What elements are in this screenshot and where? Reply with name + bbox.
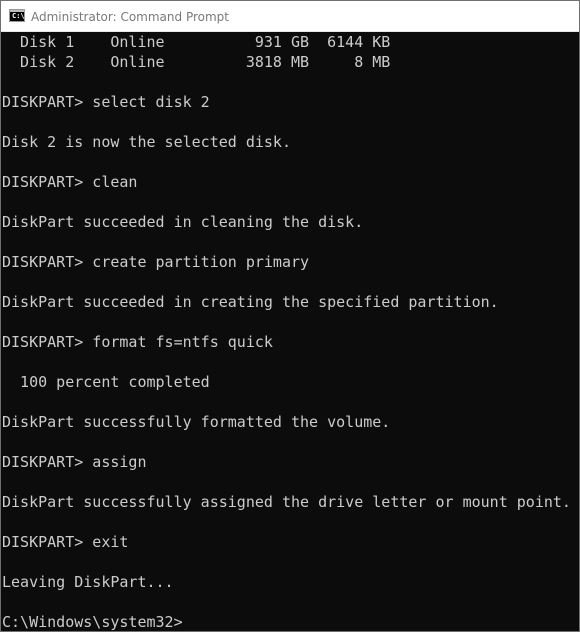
console-line: Disk 2 is now the selected disk. — [2, 133, 291, 151]
console-line: 100 percent completed — [2, 373, 210, 391]
console-line: DISKPART> create partition primary — [2, 253, 310, 271]
console-line: DiskPart succeeded in creating the speci… — [2, 293, 499, 311]
command-prompt-window: C:\ Administrator: Command Prompt Disk 1… — [0, 0, 580, 632]
console-line: Disk 2 Online 3818 MB 8 MB — [2, 53, 391, 71]
title-bar[interactable]: C:\ Administrator: Command Prompt — [1, 1, 579, 32]
console-line: Leaving DiskPart... — [2, 573, 174, 591]
console-line: DiskPart successfully assigned the drive… — [2, 493, 571, 511]
console-line: Disk 1 Online 931 GB 6144 KB — [2, 33, 391, 51]
console-line: DISKPART> assign — [2, 453, 147, 471]
console-line: DISKPART> format fs=ntfs quick — [2, 333, 273, 351]
console-output[interactable]: Disk 1 Online 931 GB 6144 KB Disk 2 Onli… — [1, 32, 579, 631]
command-prompt-icon[interactable]: C:\ — [9, 9, 25, 22]
console-line: DISKPART> select disk 2 — [2, 93, 210, 111]
console-line: DISKPART> exit — [2, 533, 129, 551]
console-line: DiskPart succeeded in cleaning the disk. — [2, 213, 364, 231]
console-line: DiskPart successfully formatted the volu… — [2, 413, 391, 431]
console-prompt-line[interactable]: C:\Windows\system32> — [2, 612, 183, 631]
console-line: DISKPART> clean — [2, 173, 138, 191]
command-prompt-icon-text: C:\ — [12, 12, 25, 20]
window-title: Administrator: Command Prompt — [31, 10, 229, 24]
